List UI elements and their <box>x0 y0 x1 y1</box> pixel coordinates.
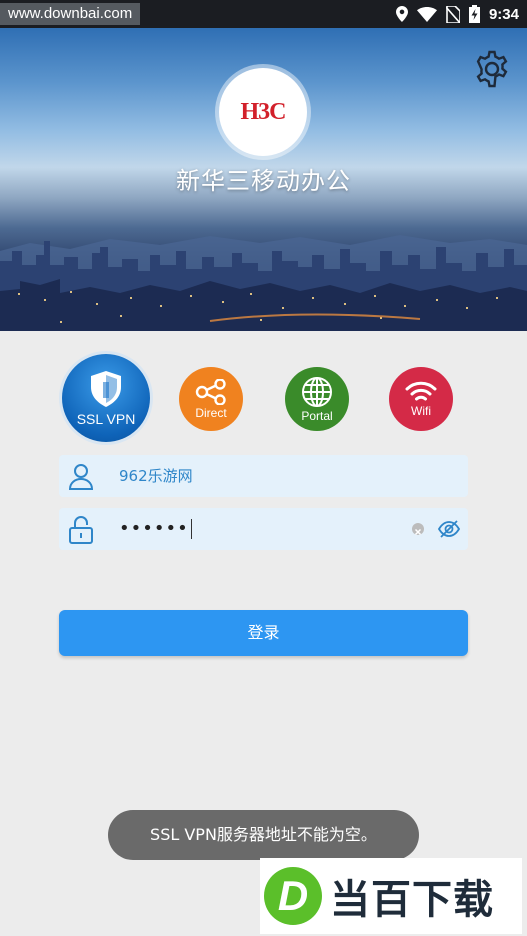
toast-message: SSL VPN服务器地址不能为空。 <box>108 810 419 860</box>
mode-portal-button[interactable]: Portal <box>285 367 349 431</box>
mode-label: Portal <box>301 408 333 423</box>
h3c-logo: H3C <box>219 68 307 156</box>
mode-label: Wifi <box>411 403 431 418</box>
mode-label: Direct <box>195 405 227 420</box>
username-value: 962乐游网 <box>119 467 193 485</box>
mode-wifi-button[interactable]: Wifi <box>389 367 453 431</box>
location-icon <box>395 6 408 22</box>
wifi-signal-icon <box>416 6 437 22</box>
clear-input-icon[interactable] <box>412 523 424 536</box>
globe-icon <box>302 376 332 407</box>
password-mask: •••••• <box>119 518 189 539</box>
logo-text: H3C <box>240 98 287 125</box>
watermark-url: www.downbai.com <box>0 3 141 25</box>
clock: 9:34 <box>488 5 519 23</box>
no-sim-icon <box>445 5 460 23</box>
mode-label: SSL VPN <box>76 410 136 427</box>
status-icons: 9:34 <box>395 0 519 28</box>
settings-gear-icon[interactable] <box>473 50 511 88</box>
wifi-icon <box>405 381 437 400</box>
app-title: 新华三移动办公 <box>176 167 351 195</box>
site-watermark: D 当百下载 <box>260 858 522 934</box>
status-bar: www.downbai.com 9:34 <box>0 0 527 28</box>
watermark-text: 当百下载 <box>330 877 494 923</box>
header-banner: H3C 新华三移动办公 <box>0 28 527 331</box>
watermark-badge: D <box>264 867 322 925</box>
text-caret <box>190 519 192 539</box>
eye-hidden-icon[interactable] <box>438 519 460 539</box>
battery-charging-icon <box>468 5 480 23</box>
mode-direct-button[interactable]: Direct <box>179 367 243 431</box>
user-icon <box>68 464 94 490</box>
password-field[interactable]: •••••• <box>59 508 468 550</box>
lock-icon <box>69 516 93 544</box>
login-button[interactable]: 登录 <box>59 610 468 656</box>
shield-icon <box>91 370 121 407</box>
username-field[interactable]: 962乐游网 <box>59 455 468 497</box>
share-icon <box>195 378 226 405</box>
city-skyline-image <box>0 235 527 331</box>
mode-ssl-vpn-button[interactable]: SSL VPN <box>62 354 150 442</box>
password-value: •••••• <box>119 508 192 550</box>
